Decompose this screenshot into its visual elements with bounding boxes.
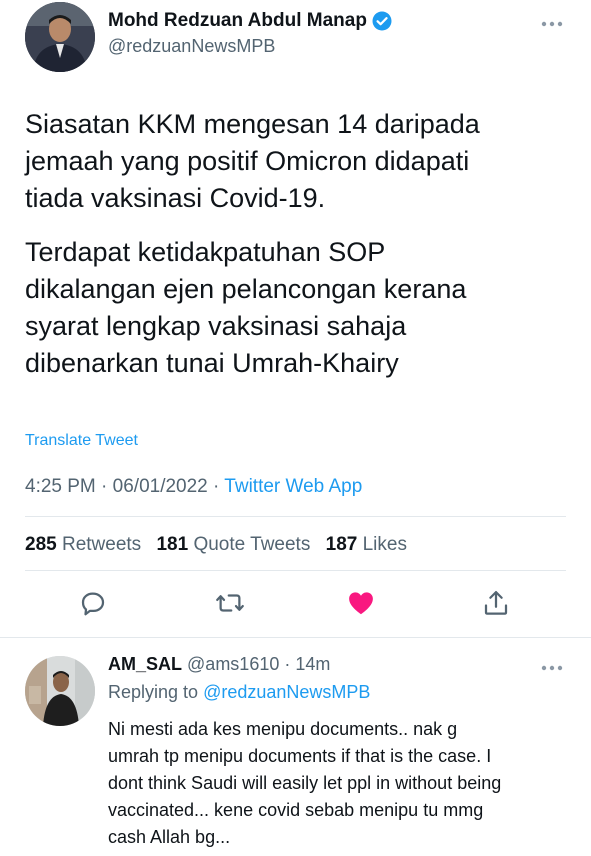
reply-text-line: dont think Saudi will easily let ppl in … <box>108 773 502 793</box>
tweet-text-paragraph-1: Siasatan KKM mengesan 14 daripada jemaah… <box>25 106 585 217</box>
quote-tweets-count: 181 <box>156 534 189 555</box>
tweet-text-line: jemaah yang positif Omicron didapati <box>25 146 470 176</box>
divider <box>25 570 566 571</box>
tweet-source-link[interactable]: Twitter Web App <box>224 476 362 497</box>
separator-dot: · <box>284 654 296 674</box>
verified-badge-icon <box>372 11 392 31</box>
reply-text-line: vaccinated... kene covid sebab menipu tu… <box>108 800 484 820</box>
tweet-time[interactable]: 4:25 PM <box>25 476 96 497</box>
tweet-text-line: tiada vaksinasi Covid-19. <box>25 183 326 213</box>
quote-tweets-stat[interactable]: 181 Quote Tweets <box>156 534 310 555</box>
tweet-date[interactable]: 06/01/2022 <box>113 476 208 497</box>
engagement-stats: 285 Retweets 181 Quote Tweets 187 Likes <box>25 534 407 556</box>
likes-count: 187 <box>325 534 358 555</box>
retweets-label: Retweets <box>61 534 142 555</box>
separator-dot: · <box>213 476 225 497</box>
separator-dot: · <box>101 476 113 497</box>
reply-icon[interactable] <box>75 585 111 621</box>
translate-tweet-link[interactable]: Translate Tweet <box>25 432 138 450</box>
more-options-icon[interactable] <box>540 660 564 671</box>
likes-label: Likes <box>362 534 407 555</box>
reply-text-line: Ni mesti ada kes menipu documents.. nak … <box>108 719 458 739</box>
tweet-text-line: dikalangan ejen pelancongan kerana <box>25 274 467 304</box>
retweet-icon[interactable] <box>212 585 248 621</box>
reply-text-line: umrah tp menipu documents if that is the… <box>108 746 492 766</box>
author-name-row: Mohd Redzuan Abdul Manap <box>108 10 392 32</box>
reply-text-line: cash Allah bg... <box>108 827 231 847</box>
author-avatar[interactable] <box>25 2 95 72</box>
replying-to-handle-link[interactable]: @redzuanNewsMPB <box>203 682 370 702</box>
retweets-count: 285 <box>25 534 57 555</box>
main-tweet: Mohd Redzuan Abdul Manap @redzuanNewsMPB… <box>0 0 591 637</box>
likes-stat[interactable]: 187 Likes <box>326 534 407 555</box>
reply-header: AM_SAL @ams1610 · 14m <box>108 654 330 675</box>
reply-author-name[interactable]: AM_SAL <box>108 654 182 674</box>
replying-to: Replying to @redzuanNewsMPB <box>108 682 370 703</box>
author-name[interactable]: Mohd Redzuan Abdul Manap <box>108 10 367 32</box>
tweet-text-paragraph-2: Terdapat ketidakpatuhan SOP dikalangan e… <box>25 234 585 382</box>
reply-tweet[interactable]: AM_SAL @ams1610 · 14m Replying to @redzu… <box>0 638 591 856</box>
like-icon[interactable] <box>343 585 379 621</box>
reply-author-handle[interactable]: @ams1610 <box>187 654 279 674</box>
author-handle[interactable]: @redzuanNewsMPB <box>108 36 275 57</box>
reply-text: Ni mesti ada kes menipu documents.. nak … <box>108 716 578 851</box>
tweet-metadata: 4:25 PM · 06/01/2022 · Twitter Web App <box>25 476 362 498</box>
tweet-text-line: syarat lengkap vaksinasi sahaja <box>25 311 407 341</box>
quote-tweets-label: Quote Tweets <box>193 534 311 555</box>
tweet-text-line: dibenarkan tunai Umrah-Khairy <box>25 348 399 378</box>
retweets-stat[interactable]: 285 Retweets <box>25 534 141 555</box>
replying-to-label: Replying to <box>108 682 199 702</box>
more-options-icon[interactable] <box>540 16 564 27</box>
tweet-text-line: Siasatan KKM mengesan 14 daripada <box>25 109 480 139</box>
reply-time[interactable]: 14m <box>295 654 330 674</box>
tweet-text-line: Terdapat ketidakpatuhan SOP <box>25 237 386 267</box>
reply-author-avatar[interactable] <box>25 656 95 726</box>
share-icon[interactable] <box>478 585 514 621</box>
divider <box>25 516 566 517</box>
tweet-actions-bar <box>0 585 591 625</box>
